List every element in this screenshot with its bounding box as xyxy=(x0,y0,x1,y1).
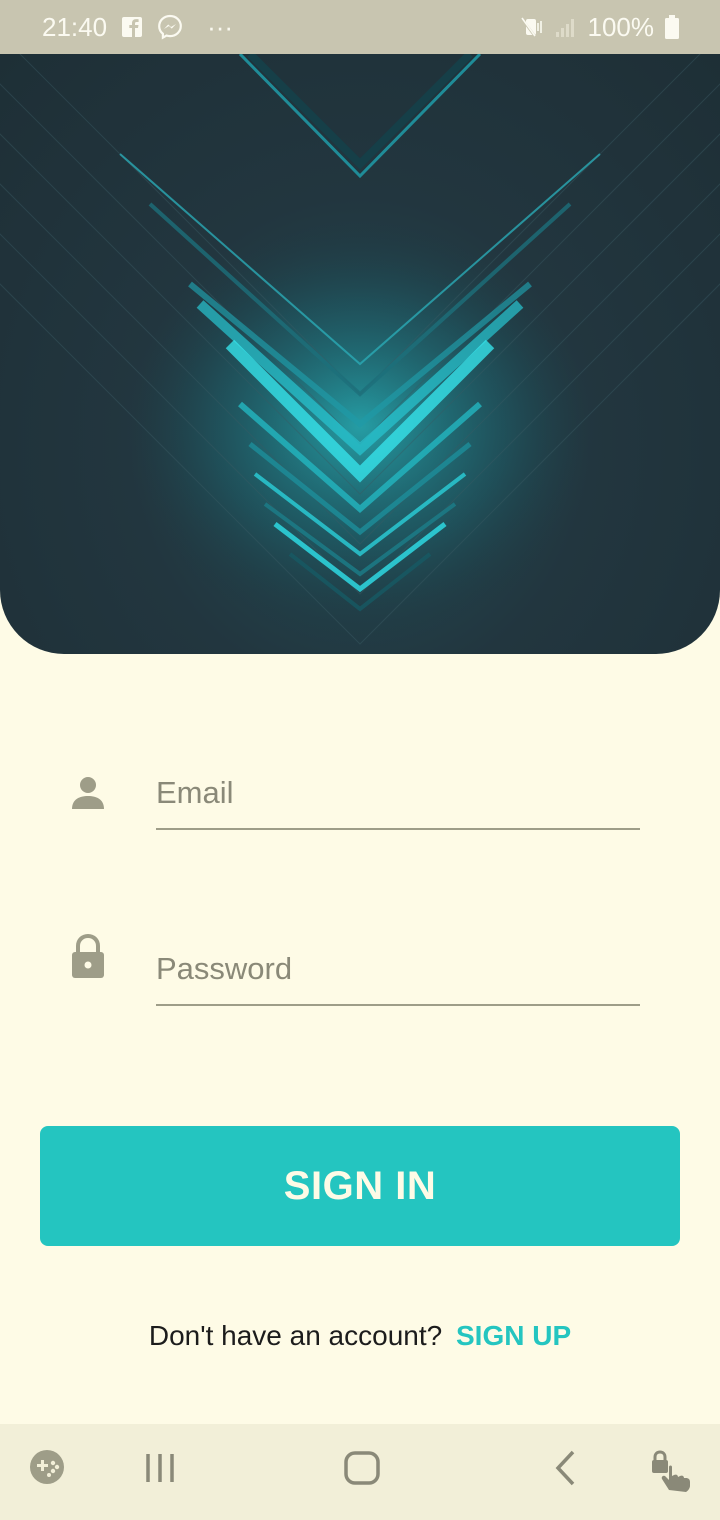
password-input[interactable] xyxy=(156,906,640,1006)
password-field-row xyxy=(0,906,720,1026)
facebook-icon xyxy=(121,16,143,38)
status-time: 21:40 xyxy=(42,11,108,42)
sign-up-link[interactable]: SIGN UP xyxy=(456,1320,571,1351)
battery-percent: 100% xyxy=(587,11,655,42)
signal-icon xyxy=(554,15,578,39)
email-input[interactable] xyxy=(156,730,640,830)
more-notifications-indicator: ··· xyxy=(207,11,234,42)
person-icon xyxy=(68,770,108,816)
email-field-row xyxy=(0,730,720,850)
lock-icon xyxy=(68,934,108,980)
touch-lock-icon[interactable] xyxy=(648,1448,694,1494)
navigation-bar xyxy=(0,1424,720,1520)
sign-in-button[interactable]: SIGN IN xyxy=(40,1126,680,1246)
mute-icon xyxy=(520,15,544,39)
recents-icon[interactable] xyxy=(140,1448,180,1488)
no-account-text: Don't have an account? xyxy=(148,1320,443,1351)
hero-image xyxy=(0,54,720,654)
battery-icon xyxy=(664,14,680,40)
back-icon[interactable] xyxy=(546,1448,586,1488)
messenger-icon xyxy=(157,14,183,40)
chevron-artwork xyxy=(0,54,720,654)
sign-up-prompt: Don't have an account? SIGN UP xyxy=(0,1320,720,1364)
home-icon[interactable] xyxy=(342,1448,382,1488)
game-tools-icon[interactable] xyxy=(28,1448,66,1486)
status-bar: 21:40 ··· 100% xyxy=(0,0,720,54)
